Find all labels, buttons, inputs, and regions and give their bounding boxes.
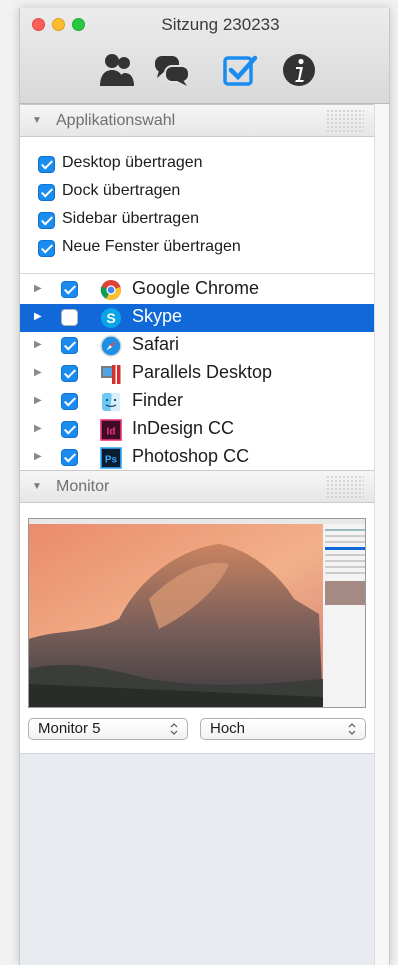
app-checkbox[interactable]	[61, 337, 78, 354]
monitor-header[interactable]: ▼ Monitor	[20, 470, 374, 503]
app-name: Parallels Desktop	[132, 362, 273, 382]
dock-transfer-label: Dock übertragen	[62, 182, 181, 199]
empty-panel-area	[20, 753, 374, 965]
dock-transfer-checkbox[interactable]	[38, 184, 55, 201]
disclosure-open-icon: ▼	[32, 481, 42, 492]
resize-grip[interactable]	[326, 475, 364, 499]
quality-select-value: Hoch	[210, 720, 246, 737]
safari-icon	[100, 335, 122, 357]
expand-arrow-icon[interactable]: ▶	[34, 367, 42, 378]
skype-icon: S	[100, 307, 122, 329]
desktop-transfer-checkbox[interactable]	[38, 156, 55, 173]
monitor-select[interactable]: Monitor 5	[28, 718, 188, 740]
monitor-title: Monitor	[56, 478, 110, 495]
applikationswahl-header[interactable]: ▼ Applikationswahl	[20, 104, 374, 137]
app-row-indesign-cc[interactable]: ▶ Id InDesign CC	[20, 416, 374, 444]
expand-arrow-icon[interactable]: ▶	[34, 283, 42, 294]
app-checkbox[interactable]	[61, 393, 78, 410]
applikationswahl-title: Applikationswahl	[56, 112, 176, 129]
svg-text:Id: Id	[107, 427, 116, 438]
users-icon[interactable]	[98, 52, 136, 88]
app-row-safari[interactable]: ▶ Safari	[20, 332, 374, 360]
chevron-up-down-icon	[348, 723, 356, 735]
new-windows-transfer-checkbox[interactable]	[38, 240, 55, 257]
app-row-google-chrome[interactable]: ▶ Google Chrome	[20, 276, 374, 304]
finder-icon	[100, 391, 122, 413]
expand-arrow-icon[interactable]: ▶	[34, 311, 42, 322]
expand-arrow-icon[interactable]: ▶	[34, 451, 42, 462]
session-window: Sitzung 230233 ▼ Applikationswahl Deskto…	[19, 8, 390, 965]
disclosure-open-icon: ▼	[32, 115, 42, 126]
app-checkbox[interactable]	[61, 281, 78, 298]
app-name: Safari	[132, 334, 180, 354]
scrollbar-track[interactable]	[374, 104, 389, 965]
info-icon[interactable]	[281, 52, 319, 88]
app-name: Photoshop CC	[132, 446, 250, 466]
photoshop-icon: Ps	[100, 447, 122, 469]
app-row-skype[interactable]: ▶ S Skype	[20, 304, 374, 332]
sidebar-transfer-checkbox[interactable]	[38, 212, 55, 229]
app-name: Finder	[132, 390, 184, 410]
app-name: InDesign CC	[132, 418, 235, 438]
parallels-icon	[100, 363, 122, 385]
monitor-preview[interactable]	[28, 518, 366, 708]
title-bar: Sitzung 230233	[20, 8, 389, 104]
app-name: Google Chrome	[132, 278, 260, 298]
app-name: Skype	[132, 306, 183, 326]
sidebar-transfer-label: Sidebar übertragen	[62, 210, 199, 227]
chevron-up-down-icon	[170, 723, 178, 735]
expand-arrow-icon[interactable]: ▶	[34, 395, 42, 406]
checklist-icon[interactable]	[221, 52, 259, 88]
new-windows-transfer-label: Neue Fenster übertragen	[62, 238, 241, 255]
desktop-transfer-label: Desktop übertragen	[62, 154, 203, 171]
app-checkbox[interactable]	[61, 309, 78, 326]
app-row-parallels-desktop[interactable]: ▶ Parallels Desktop	[20, 360, 374, 388]
window-title: Sitzung 230233	[161, 15, 280, 34]
indesign-icon: Id	[100, 419, 122, 441]
app-row-finder[interactable]: ▶ Finder	[20, 388, 374, 416]
svg-text:Ps: Ps	[105, 455, 118, 466]
app-checkbox[interactable]	[61, 365, 78, 382]
expand-arrow-icon[interactable]: ▶	[34, 339, 42, 350]
app-checkbox[interactable]	[61, 421, 78, 438]
svg-text:S: S	[106, 310, 115, 326]
chat-icon[interactable]	[153, 52, 191, 88]
monitor-select-value: Monitor 5	[38, 720, 101, 737]
chrome-icon	[100, 279, 122, 301]
application-list: ▶ Google Chrome ▶ S Skype ▶ Safari ▶ Par…	[20, 273, 374, 470]
expand-arrow-icon[interactable]: ▶	[34, 423, 42, 434]
app-checkbox[interactable]	[61, 449, 78, 466]
quality-select[interactable]: Hoch	[200, 718, 366, 740]
app-row-photoshop-cc[interactable]: ▶ Ps Photoshop CC	[20, 444, 374, 472]
resize-grip[interactable]	[326, 109, 364, 133]
